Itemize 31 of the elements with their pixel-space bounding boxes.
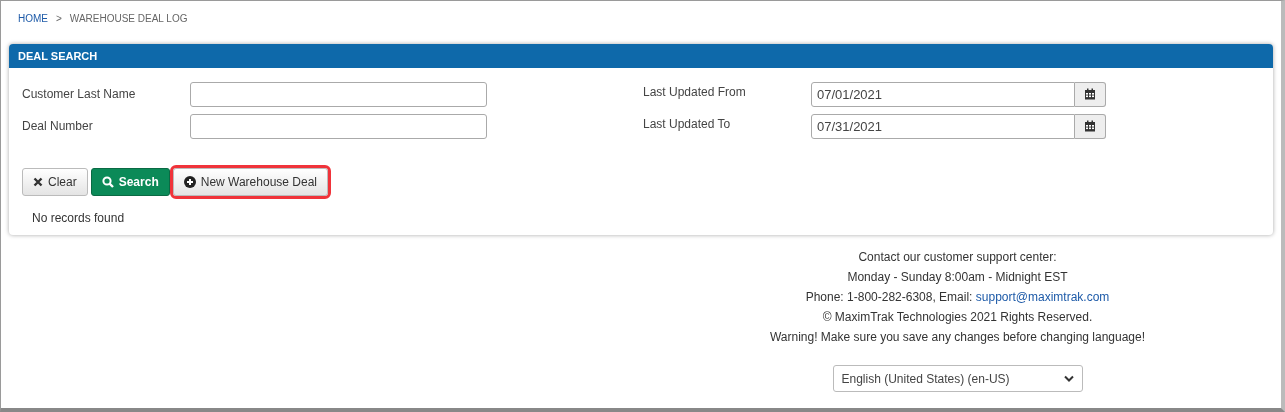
breadcrumb-link[interactable]: HOME bbox=[18, 13, 48, 33]
footer-text: Contact our customer support center: bbox=[858, 250, 1057, 264]
field-label: Customer Last Name bbox=[22, 87, 137, 101]
empty-message: No records found bbox=[31, 210, 126, 225]
language-select[interactable]: English (United States) (en-US) bbox=[832, 365, 1083, 392]
plus-circle-icon bbox=[183, 176, 196, 188]
date-field[interactable]: 07/31/2021 bbox=[811, 113, 1075, 139]
breadcrumb-current: WAREHOUSE DEAL LOG bbox=[69, 13, 188, 26]
text-field[interactable] bbox=[190, 81, 487, 107]
button[interactable]: Search bbox=[90, 168, 170, 196]
search-icon bbox=[101, 176, 114, 188]
calendar-icon bbox=[1084, 88, 1096, 100]
field-label: Deal Number bbox=[22, 119, 94, 133]
panel-title: DEAL SEARCH bbox=[18, 50, 98, 62]
field-label: Last Updated To bbox=[643, 116, 732, 131]
calendar-button[interactable] bbox=[1075, 81, 1106, 107]
footer-text: Monday - Sunday 8:00am - Midnight EST bbox=[847, 270, 1068, 284]
button[interactable]: New Warehouse Deal bbox=[172, 168, 328, 196]
field-label: Last Updated From bbox=[643, 84, 747, 99]
footer-text: © MaximTrak Technologies 2021 Rights Reserved. bbox=[822, 310, 1093, 324]
email-link[interactable]: support@maximtrak.com bbox=[975, 290, 1110, 304]
calendar-icon bbox=[1084, 120, 1096, 132]
text-field[interactable] bbox=[190, 113, 487, 139]
date-field[interactable]: 07/01/2021 bbox=[811, 81, 1075, 107]
close-icon bbox=[33, 177, 43, 187]
chevron-down-icon bbox=[1063, 375, 1074, 382]
breadcrumb-separator: > bbox=[56, 13, 62, 26]
calendar-button[interactable] bbox=[1075, 113, 1106, 139]
footer-text: Phone: 1-800-282-6308, Email: bbox=[805, 290, 974, 304]
footer-text: Warning! Make sure you save any changes before changing language! bbox=[769, 330, 1146, 344]
button[interactable]: Clear bbox=[22, 168, 88, 196]
